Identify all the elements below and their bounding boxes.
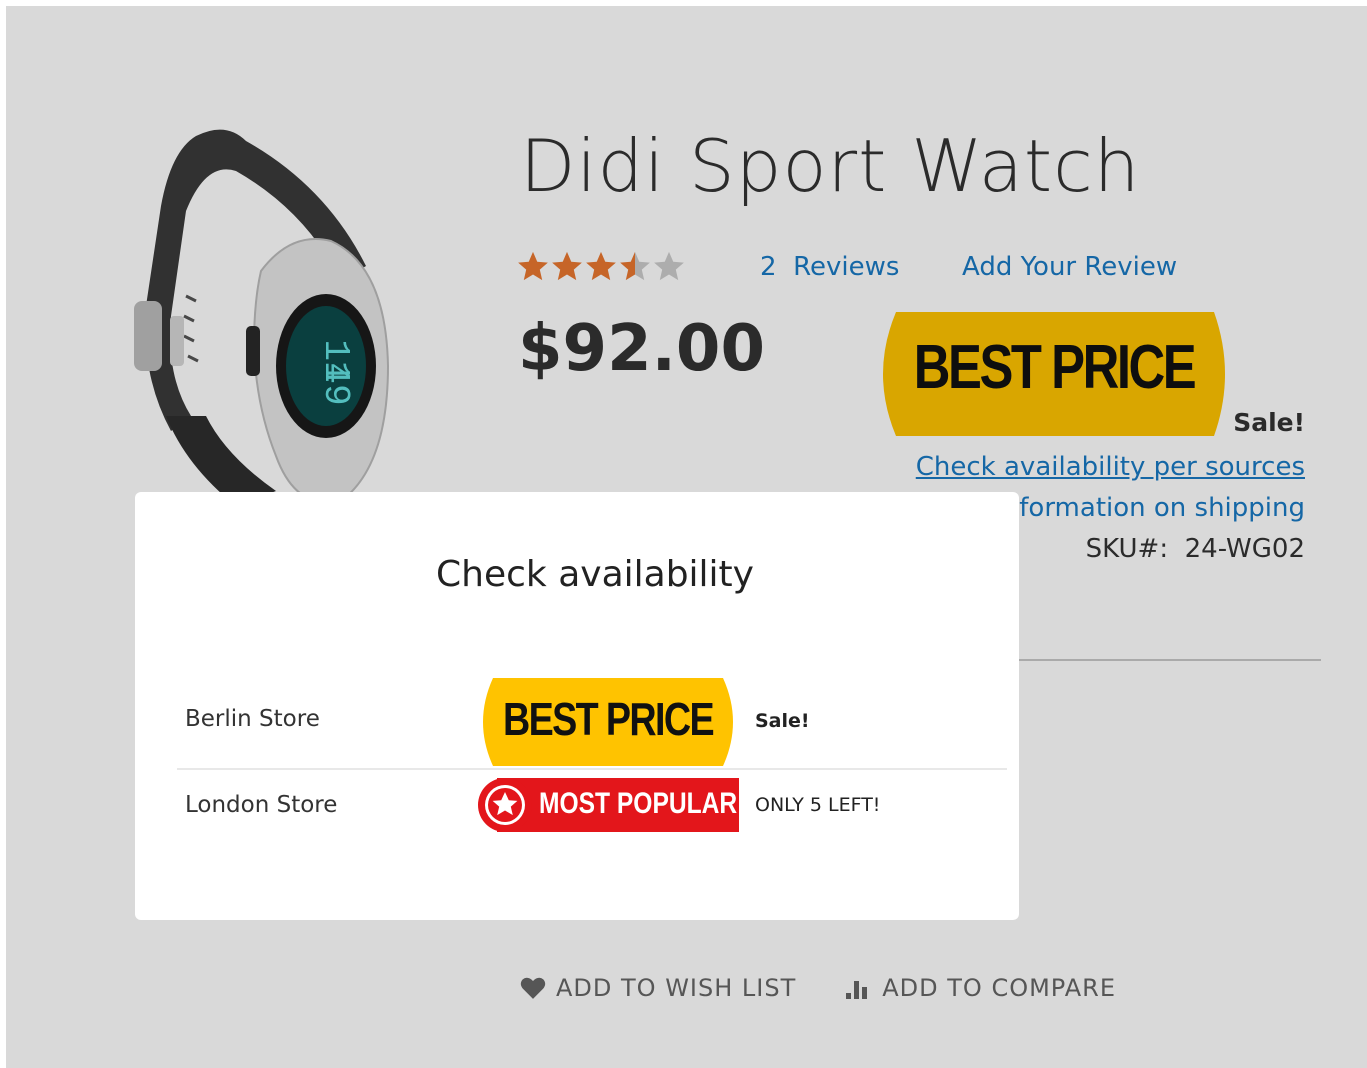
- product-page: 11 49 Didi Sport Watch 2 Reviews Add You…: [6, 6, 1367, 1068]
- store-availability-table: Berlin Store BEST PRICE Sale! London Sto…: [177, 678, 1007, 860]
- best-price-badge-text: BEST PRICE: [503, 693, 715, 745]
- check-availability-modal: Check availability Berlin Store BEST PRI…: [135, 492, 1019, 920]
- modal-title: Check availability: [436, 554, 754, 595]
- most-popular-badge: MOST POPULAR: [477, 778, 739, 832]
- badge-label: ONLY 5 LEFT!: [755, 794, 881, 816]
- table-row: Berlin Store BEST PRICE Sale!: [177, 678, 1007, 770]
- table-row: London Store MOST POPULAR ONLY 5 LEFT!: [177, 770, 1007, 860]
- best-price-badge: BEST PRICE: [477, 678, 739, 766]
- store-name: London Store: [185, 792, 338, 818]
- store-name: Berlin Store: [185, 706, 320, 732]
- most-popular-badge-text: MOST POPULAR: [539, 787, 738, 820]
- badge-label: Sale!: [755, 710, 810, 732]
